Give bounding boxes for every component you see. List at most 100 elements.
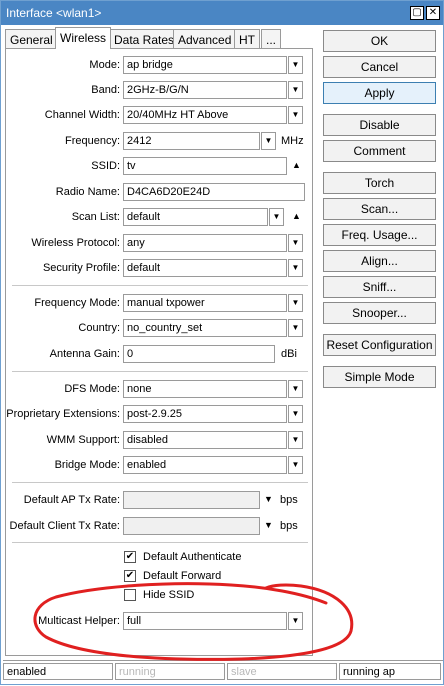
- dropdown-arrow-icon[interactable]: ▼: [261, 132, 276, 150]
- separator: [12, 542, 308, 543]
- ssid-label: SSID:: [91, 160, 120, 172]
- antenna-gain-label: Antenna Gain:: [49, 348, 120, 360]
- window-title: Interface <wlan1>: [6, 6, 102, 20]
- proprietary-extensions-label: Proprietary Extensions:: [6, 408, 120, 420]
- close-icon[interactable]: ✕: [426, 6, 440, 20]
- down-triangle-icon[interactable]: ▼: [264, 494, 273, 504]
- frequency-mode-select[interactable]: manual txpower: [123, 294, 287, 312]
- interface-window: Interface <wlan1> ▢ ✕ General Wireless D…: [0, 0, 444, 685]
- default-forward-label: Default Forward: [143, 570, 222, 582]
- title-bar[interactable]: Interface <wlan1> ▢ ✕: [1, 1, 443, 25]
- down-triangle-icon[interactable]: ▼: [264, 520, 273, 530]
- align-button[interactable]: Align...: [323, 250, 436, 272]
- comment-button[interactable]: Comment: [323, 140, 436, 162]
- ok-button[interactable]: OK: [323, 30, 436, 52]
- dropdown-arrow-icon[interactable]: ▼: [288, 294, 303, 312]
- band-select[interactable]: 2GHz-B/G/N: [123, 81, 287, 99]
- mode-select[interactable]: ap bridge: [123, 56, 287, 74]
- bridge-mode-label: Bridge Mode:: [54, 459, 120, 471]
- status-running-ap: running ap: [339, 663, 441, 680]
- scan-button[interactable]: Scan...: [323, 198, 436, 220]
- country-select[interactable]: no_country_set: [123, 319, 287, 337]
- up-triangle-icon[interactable]: ▲: [292, 160, 301, 170]
- tab-more[interactable]: ...: [261, 29, 282, 49]
- dropdown-arrow-icon[interactable]: ▼: [288, 56, 303, 74]
- wireless-panel: Mode: ap bridge ▼ Band: 2GHz-B/G/N ▼ Cha…: [5, 48, 313, 656]
- status-running: running: [115, 663, 225, 680]
- scan-list-label: Scan List:: [71, 211, 120, 223]
- dropdown-arrow-icon[interactable]: ▼: [288, 81, 303, 99]
- dfs-mode-label: DFS Mode:: [64, 383, 120, 395]
- dfs-mode-select[interactable]: none: [123, 380, 287, 398]
- up-triangle-icon[interactable]: ▲: [292, 211, 301, 221]
- bridge-mode-select[interactable]: enabled: [123, 456, 287, 474]
- cancel-button[interactable]: Cancel: [323, 56, 436, 78]
- multicast-helper-select[interactable]: full: [123, 612, 287, 630]
- mode-label: Mode:: [89, 59, 120, 71]
- checkmark-icon[interactable]: ✔: [124, 570, 136, 582]
- country-label: Country:: [78, 322, 120, 334]
- band-label: Band:: [91, 84, 120, 96]
- frequency-unit: MHz: [281, 135, 304, 147]
- dropdown-arrow-icon[interactable]: ▼: [288, 234, 303, 252]
- radio-name-input[interactable]: D4CA6D20E24D: [123, 183, 305, 201]
- dropdown-arrow-icon[interactable]: ▼: [288, 612, 303, 630]
- tab-general[interactable]: General: [5, 29, 58, 49]
- radio-name-label: Radio Name:: [55, 186, 120, 198]
- separator: [12, 482, 308, 483]
- dropdown-arrow-icon[interactable]: ▼: [269, 208, 284, 226]
- security-profile-select[interactable]: default: [123, 259, 287, 277]
- default-authenticate-label: Default Authenticate: [143, 551, 242, 563]
- default-client-tx-rate-unit: bps: [280, 520, 298, 532]
- tab-wireless[interactable]: Wireless: [55, 27, 112, 49]
- disable-button[interactable]: Disable: [323, 114, 436, 136]
- torch-button[interactable]: Torch: [323, 172, 436, 194]
- default-client-tx-rate-input[interactable]: [123, 517, 260, 535]
- wmm-support-label: WMM Support:: [46, 434, 120, 446]
- scan-list-select[interactable]: default: [123, 208, 268, 226]
- security-profile-label: Security Profile:: [42, 262, 120, 274]
- default-ap-tx-rate-input[interactable]: [123, 491, 260, 509]
- default-ap-tx-rate-label: Default AP Tx Rate:: [23, 494, 120, 506]
- apply-button[interactable]: Apply: [323, 82, 436, 104]
- dropdown-arrow-icon[interactable]: ▼: [288, 319, 303, 337]
- simple-mode-button[interactable]: Simple Mode: [323, 366, 436, 388]
- default-ap-tx-rate-unit: bps: [280, 494, 298, 506]
- antenna-gain-unit: dBi: [281, 348, 297, 360]
- checkbox-box[interactable]: [124, 589, 136, 601]
- freq-usage-button[interactable]: Freq. Usage...: [323, 224, 436, 246]
- tab-data-rates[interactable]: Data Rates: [109, 29, 180, 49]
- reset-configuration-button[interactable]: Reset Configuration: [323, 334, 436, 356]
- frequency-label: Frequency:: [64, 135, 120, 147]
- maximize-icon[interactable]: ▢: [410, 6, 424, 20]
- tab-advanced[interactable]: Advanced: [173, 29, 237, 49]
- separator: [12, 285, 308, 286]
- proprietary-extensions-select[interactable]: post-2.9.25: [123, 405, 287, 423]
- tab-ht[interactable]: HT: [234, 29, 260, 49]
- dropdown-arrow-icon[interactable]: ▼: [288, 405, 303, 423]
- channel-width-select[interactable]: 20/40MHz HT Above: [123, 106, 287, 124]
- status-bar: enabled running slave running ap: [3, 660, 443, 680]
- checkmark-icon[interactable]: ✔: [124, 551, 136, 563]
- antenna-gain-input[interactable]: 0: [123, 345, 275, 363]
- dropdown-arrow-icon[interactable]: ▼: [288, 431, 303, 449]
- status-enabled: enabled: [3, 663, 113, 680]
- default-client-tx-rate-label: Default Client Tx Rate:: [9, 520, 120, 532]
- sniff-button[interactable]: Sniff...: [323, 276, 436, 298]
- separator: [12, 371, 308, 372]
- dropdown-arrow-icon[interactable]: ▼: [288, 259, 303, 277]
- hide-ssid-label: Hide SSID: [143, 589, 195, 601]
- dropdown-arrow-icon[interactable]: ▼: [288, 106, 303, 124]
- dropdown-arrow-icon[interactable]: ▼: [288, 380, 303, 398]
- wireless-protocol-label: Wireless Protocol:: [31, 237, 120, 249]
- frequency-select[interactable]: 2412: [123, 132, 260, 150]
- snooper-button[interactable]: Snooper...: [323, 302, 436, 324]
- multicast-helper-label: Multicast Helper:: [38, 615, 120, 627]
- frequency-mode-label: Frequency Mode:: [34, 297, 120, 309]
- channel-width-label: Channel Width:: [44, 109, 120, 121]
- ssid-input[interactable]: tv: [123, 157, 287, 175]
- wmm-support-select[interactable]: disabled: [123, 431, 287, 449]
- status-slave: slave: [227, 663, 337, 680]
- wireless-protocol-select[interactable]: any: [123, 234, 287, 252]
- dropdown-arrow-icon[interactable]: ▼: [288, 456, 303, 474]
